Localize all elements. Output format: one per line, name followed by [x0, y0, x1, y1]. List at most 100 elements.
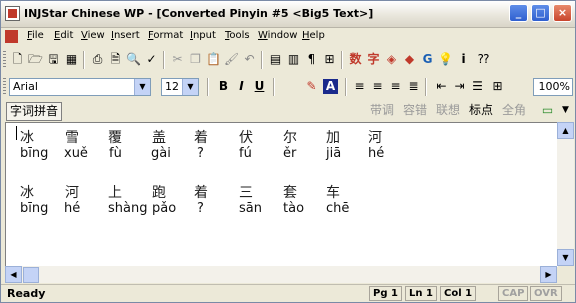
indent-increase-icon[interactable]: ⇥ [451, 78, 468, 95]
menu-file[interactable]: File [27, 30, 44, 41]
pinyin-syllable: chē [326, 201, 350, 216]
spellcheck-icon[interactable]: ✓ [143, 51, 160, 68]
status-column: Col 1 [440, 286, 477, 301]
book-icon[interactable]: ◆ [401, 51, 418, 68]
align-right-icon[interactable]: ≡ [387, 78, 404, 95]
bold-button[interactable]: B [215, 78, 232, 95]
italic-button[interactable]: I [233, 78, 250, 95]
hanzi-char: 冰 [20, 185, 34, 201]
menu-input[interactable]: Input [190, 30, 216, 41]
title-bar[interactable]: INJStar Chinese WP - [Converted Pinyin #… [1, 1, 575, 28]
style-icon[interactable]: ⊞ [321, 51, 338, 68]
punctuation-button[interactable]: 标点 [469, 102, 493, 119]
convert-character-button[interactable]: 字 [365, 51, 382, 68]
vertical-scrollbar[interactable]: ▲ ▼ [557, 122, 574, 266]
scroll-up-icon[interactable]: ▲ [557, 122, 574, 139]
status-line: Ln 1 [405, 286, 437, 301]
font-color-icon[interactable]: A [323, 79, 338, 94]
hanzi-char: 上 [108, 185, 122, 201]
font-select[interactable]: Arial ▼ [9, 78, 151, 96]
underline-button[interactable]: U [251, 78, 268, 95]
document-icon[interactable] [5, 30, 18, 43]
hanzi-char: 伏 [239, 130, 253, 146]
menu-help[interactable]: Help [302, 30, 325, 41]
font-size-select[interactable]: 12 ▼ [161, 78, 199, 96]
save-all-icon[interactable]: ▦ [63, 51, 80, 68]
chevron-down-icon[interactable]: ▼ [182, 79, 198, 95]
association-button[interactable]: 联想 [436, 102, 460, 119]
copy-icon[interactable]: ❐ [187, 51, 204, 68]
open-icon[interactable]: 🗁 [27, 51, 44, 68]
align-center-icon[interactable]: ≡ [369, 78, 386, 95]
tip-bulb-icon[interactable]: 💡 [437, 51, 454, 68]
indent-decrease-icon[interactable]: ⇤ [433, 78, 450, 95]
separator [207, 78, 209, 96]
pinyin-syllable: bīng [20, 201, 49, 216]
convert-number-button[interactable]: 数 [347, 51, 364, 68]
zoom-select[interactable]: 100% [533, 78, 573, 96]
close-button[interactable]: × [553, 4, 572, 22]
bullets-icon[interactable]: ☰ [469, 78, 486, 95]
status-overwrite: OVR [530, 286, 562, 301]
chevron-down-icon[interactable]: ▼ [134, 79, 150, 95]
app-icon[interactable] [5, 6, 20, 21]
document-area[interactable]: 冰 雪 覆 盖 着 伏 尔 加 河 bīng xuě fù gài ? fú ě… [5, 122, 558, 267]
justify-icon[interactable]: ≣ [405, 78, 422, 95]
menu-view[interactable]: View [81, 30, 105, 41]
menu-format[interactable]: Format [148, 30, 183, 41]
columns-icon[interactable]: ▥ [285, 51, 302, 68]
format-painter-icon[interactable]: 🖌 [223, 51, 240, 68]
cut-icon[interactable]: ✂ [169, 51, 186, 68]
menu-bar: File Edit View Insert Format Input Tools… [1, 28, 575, 46]
menu-insert[interactable]: Insert [111, 30, 140, 41]
keyboard-icon[interactable]: ▭ [539, 102, 556, 119]
hanzi-char: 跑 [152, 185, 166, 201]
pinyin-syllable: fú [239, 146, 252, 161]
pinyin-syllable: shàng [108, 201, 148, 216]
dictionary-icon[interactable]: ◈ [383, 51, 400, 68]
print-icon[interactable]: ⎙ [89, 51, 106, 68]
tone-marks-button[interactable]: 带调 [370, 102, 394, 119]
table-icon[interactable]: ▤ [267, 51, 284, 68]
help-pointer-icon[interactable]: ⁇ [475, 51, 492, 68]
new-icon[interactable]: 🗋 [9, 51, 26, 68]
status-bar: Ready Pg 1 Ln 1 Col 1 CAP OVR [1, 284, 575, 302]
save-icon[interactable]: 🖫 [45, 51, 62, 68]
pinyin-syllable: hé [64, 201, 81, 216]
main-window: INJStar Chinese WP - [Converted Pinyin #… [0, 0, 576, 303]
paste-icon[interactable]: 📋 [205, 51, 222, 68]
menu-edit[interactable]: Edit [54, 30, 73, 41]
scroll-thumb[interactable] [23, 267, 39, 283]
scroll-down-icon[interactable]: ▼ [557, 249, 574, 266]
error-tolerance-button[interactable]: 容错 [403, 102, 427, 119]
hanzi-char: 河 [368, 130, 382, 146]
maximize-button[interactable]: □ [531, 4, 550, 22]
glossary-icon[interactable]: G [419, 51, 436, 68]
pinyin-syllable: ? [197, 201, 204, 216]
hanzi-char: 三 [239, 185, 253, 201]
hanzi-char: 河 [65, 185, 79, 201]
align-left-icon[interactable]: ≡ [351, 78, 368, 95]
horizontal-scrollbar[interactable]: ◀ ▶ [5, 266, 557, 283]
paragraph-icon[interactable]: ¶ [303, 51, 320, 68]
toolbar-grip[interactable] [3, 51, 6, 69]
preview-icon[interactable]: 🔍 [125, 51, 142, 68]
full-width-button[interactable]: 全角 [502, 102, 526, 119]
minimize-button[interactable]: _ [509, 4, 528, 22]
scroll-left-icon[interactable]: ◀ [5, 266, 22, 283]
font-size-value: 12 [165, 80, 179, 93]
undo-icon[interactable]: ↶ [241, 51, 258, 68]
input-mode-button[interactable]: 字词拼音 [6, 102, 63, 121]
print-preview-icon[interactable]: 🗎 [107, 51, 124, 68]
hanzi-char: 覆 [108, 130, 122, 146]
menu-window[interactable]: Window [258, 30, 297, 41]
highlight-icon[interactable]: ✎ [303, 78, 320, 95]
hanzi-char: 雪 [65, 130, 79, 146]
pinyin-syllable: xuě [64, 146, 88, 161]
menu-tools[interactable]: Tools [225, 30, 250, 41]
scroll-right-icon[interactable]: ▶ [540, 266, 557, 283]
chevron-down-icon[interactable]: ▼ [557, 102, 574, 119]
toolbar-grip[interactable] [3, 78, 6, 96]
borders-icon[interactable]: ⊞ [489, 78, 506, 95]
info-icon[interactable]: i [455, 51, 472, 68]
